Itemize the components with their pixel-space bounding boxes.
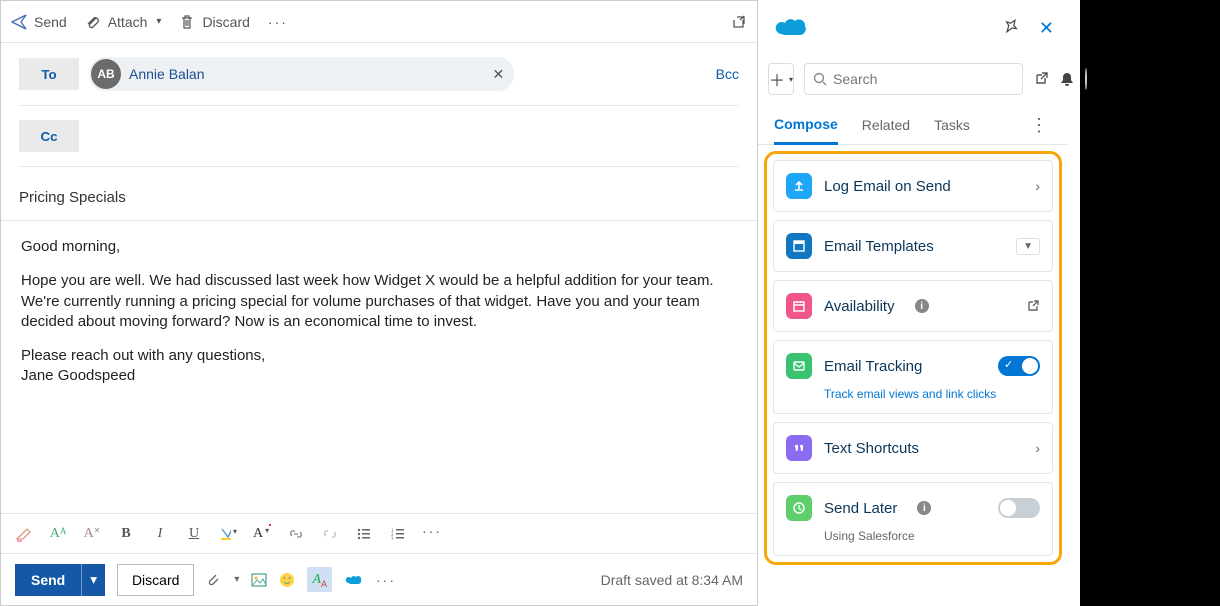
compose-pane: Send Attach▾ Discard ··· To AB Annie Bal [0,0,758,606]
draft-status: Draft saved at 8:34 AM [601,572,743,588]
search-input[interactable] [833,71,1014,87]
numbering-icon[interactable]: 123 [389,528,407,540]
tab-tasks[interactable]: Tasks [934,107,970,143]
tracking-subtitle: Track email views and link clicks [824,387,1040,401]
clear-format-icon[interactable]: A✕ [83,526,101,542]
compose-cards-highlight: Log Email on Send › Email Templates ▼ Av… [764,151,1062,565]
template-icon [786,233,812,259]
attach-command[interactable]: Attach▾ [85,14,162,30]
bold-button[interactable]: B [117,526,135,542]
tracking-icon [786,353,812,379]
send-options-button[interactable]: ▾ [81,564,105,596]
link-icon[interactable] [287,527,305,541]
quote-icon [786,435,812,461]
underline-button[interactable]: U [185,526,203,542]
create-record-button[interactable]: ＋▾ [768,63,794,95]
svg-text:3: 3 [391,537,394,540]
command-bar: Send Attach▾ Discard ··· [1,1,757,43]
panel-tabs: Compose Related Tasks ⋮ [758,102,1068,145]
to-button[interactable]: To [19,58,79,90]
trash-icon [179,14,195,30]
card-send-later: Send Later i Using Salesforce [773,482,1053,556]
tabs-overflow-icon[interactable]: ⋮ [1030,115,1052,136]
tab-compose[interactable]: Compose [774,106,838,145]
black-margin [1080,0,1220,606]
text-highlight-icon[interactable]: ▾ [219,527,237,541]
to-row: To AB Annie Balan ✕ Bcc [19,57,739,106]
card-availability[interactable]: Availability i [773,280,1053,332]
pin-icon[interactable] [1003,18,1019,34]
unlink-icon[interactable] [321,527,339,541]
highlighter-icon[interactable] [15,526,33,542]
paperclip-icon [85,14,101,30]
send-icon [11,14,27,30]
cc-button[interactable]: Cc [19,120,79,152]
open-external-icon[interactable] [1026,299,1040,313]
picture-icon[interactable] [251,573,267,587]
send-bar: Send ▾ Discard ▾ AA ··· Draft saved at 8… [1,553,757,605]
subject-input[interactable] [19,189,739,206]
salesforce-logo-icon [772,14,812,42]
bcc-link[interactable]: Bcc [716,66,739,82]
chevron-right-icon: › [1035,178,1040,194]
more-actions-icon[interactable]: ··· [376,572,396,588]
remove-recipient-icon[interactable]: ✕ [493,66,505,83]
discard-command[interactable]: Discard [179,14,249,30]
email-body[interactable]: Good morning, Hope you are well. We had … [1,221,757,513]
salesforce-addin-icon[interactable] [344,573,364,587]
attach-icon[interactable] [206,572,220,588]
card-email-templates[interactable]: Email Templates ▼ [773,220,1053,272]
salesforce-panel: ✕ ＋▾ Compose Related Tasks ⋮ [758,0,1080,606]
format-toolbar: AA A✕ B I U ▾ A▾ 123 ··· [1,513,757,553]
popout-button[interactable] [731,14,747,30]
popout-icon [731,14,747,30]
send-command[interactable]: Send [11,14,67,30]
emoji-icon[interactable] [279,572,295,588]
chevron-right-icon: › [1035,440,1040,456]
more-command[interactable]: ··· [268,14,288,30]
info-icon[interactable]: i [915,299,929,313]
more-format-icon[interactable]: ··· [423,526,441,542]
font-icon[interactable]: AA [49,526,67,542]
tab-related[interactable]: Related [862,107,910,143]
send-later-toggle[interactable] [998,498,1040,518]
search-box[interactable] [804,63,1023,95]
bullets-icon[interactable] [355,528,373,540]
card-log-email[interactable]: Log Email on Send › [773,160,1053,212]
format-toggle-icon[interactable]: AA [307,567,332,592]
card-text-shortcuts[interactable]: Text Shortcuts › [773,422,1053,474]
chevron-down-icon: ▼ [1016,238,1040,255]
cc-row: Cc [19,120,739,167]
search-icon [813,72,827,86]
recipient-avatar: AB [91,59,121,89]
discard-button[interactable]: Discard [117,564,194,596]
tracking-toggle[interactable] [998,356,1040,376]
font-color-icon[interactable]: A▾ [253,526,271,542]
info-icon[interactable]: i [917,501,931,515]
close-panel-icon[interactable]: ✕ [1039,18,1054,39]
recipient-chip[interactable]: AB Annie Balan ✕ [89,57,514,91]
attach-chevron-icon[interactable]: ▾ [234,574,239,585]
send-button[interactable]: Send [15,564,81,596]
subject-row [1,181,757,221]
card-email-tracking: Email Tracking Track email views and lin… [773,340,1053,414]
send-later-subtitle: Using Salesforce [824,529,1040,543]
clock-icon [786,495,812,521]
open-external-icon[interactable] [1033,71,1049,87]
calendar-icon [786,293,812,319]
italic-button[interactable]: I [151,526,169,542]
recipient-name: Annie Balan [129,66,205,82]
upload-icon [786,173,812,199]
notifications-icon[interactable] [1059,71,1075,87]
